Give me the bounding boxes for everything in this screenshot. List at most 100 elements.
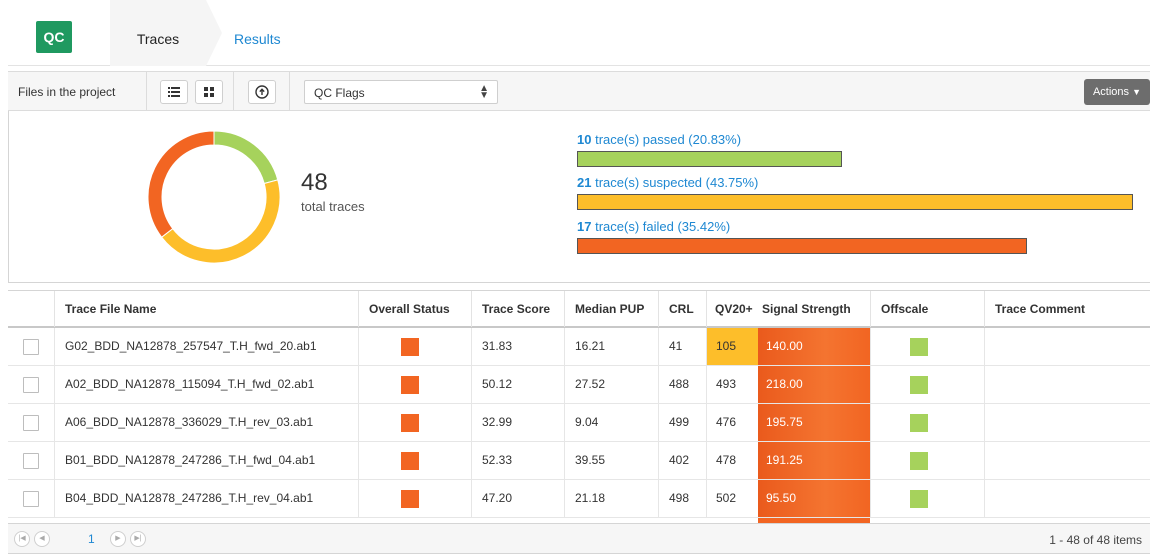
next-page-button[interactable]: ▶: [110, 531, 126, 547]
col-crl[interactable]: CRL: [658, 291, 706, 327]
trace-file-name-cell[interactable]: G02_BDD_NA12878_257547_T.H_fwd_20.ab1: [54, 328, 358, 365]
tab-results[interactable]: Results: [234, 0, 281, 66]
pagination-info: 1 - 48 of 48 items: [1049, 533, 1142, 547]
trace-comment-cell[interactable]: [984, 328, 1150, 365]
failed-text: trace(s) failed (35.42%): [595, 219, 731, 234]
qc-flags-select[interactable]: QC Flags ▲ ▼: [304, 80, 498, 104]
trace-file-name-cell[interactable]: A06_BDD_NA12878_336029_T.H_rev_03.ab1: [54, 404, 358, 441]
trace-score-cell: 50.12: [471, 366, 564, 403]
qc-donut-chart: [147, 130, 281, 264]
upload-icon: [255, 85, 269, 99]
crl-cell: 402: [658, 442, 706, 479]
median-pup-cell: 27.52: [564, 366, 658, 403]
row-checkbox-cell: [8, 442, 54, 479]
median-pup-cell: 9.04: [564, 404, 658, 441]
trace-score-cell: 52.33: [471, 442, 564, 479]
current-page[interactable]: 1: [88, 532, 95, 546]
row-checkbox-cell: [8, 328, 54, 365]
row-checkbox-cell: [8, 404, 54, 441]
signal-strength-cell: 140.00: [758, 328, 870, 365]
select-caret-icon: ▲ ▼: [479, 83, 489, 101]
table-row[interactable]: B01_BDD_NA12878_247286_T.H_fwd_04.ab1 52.…: [8, 442, 1150, 480]
trace-file-name-cell[interactable]: A02_BDD_NA12878_115094_T.H_fwd_02.ab1: [54, 366, 358, 403]
col-trace-score[interactable]: Trace Score: [471, 291, 564, 327]
qv20-cell: 105: [706, 328, 758, 365]
toolbar-divider: [289, 72, 290, 110]
list-view-icon: [168, 87, 180, 97]
offscale-ok-icon: [910, 414, 928, 432]
donut-suspected-segment: [160, 179, 281, 264]
app-header: QC Traces Results: [8, 0, 1150, 66]
trace-comment-cell[interactable]: [984, 442, 1150, 479]
overall-status-cell: [358, 366, 471, 403]
crl-cell: 499: [658, 404, 706, 441]
trace-score-cell: 31.83: [471, 328, 564, 365]
qv20-cell: 493: [706, 366, 758, 403]
crl-cell: 41: [658, 328, 706, 365]
trace-file-name-cell[interactable]: B01_BDD_NA12878_247286_T.H_fwd_04.ab1: [54, 442, 358, 479]
last-page-button[interactable]: ▶|: [130, 531, 146, 547]
failed-stat-link[interactable]: 17 trace(s) failed (35.42%): [577, 219, 730, 234]
median-pup-cell: 39.55: [564, 442, 658, 479]
status-failed-icon: [401, 338, 419, 356]
prev-page-button[interactable]: ◀: [34, 531, 50, 547]
table-row[interactable]: G02_BDD_NA12878_257547_T.H_fwd_20.ab1 31.…: [8, 328, 1150, 366]
col-trace-comment[interactable]: Trace Comment: [984, 291, 1150, 327]
actions-button[interactable]: Actions ▼: [1084, 79, 1150, 105]
row-checkbox[interactable]: [23, 339, 39, 355]
qv20-cell: 502: [706, 480, 758, 517]
status-failed-icon: [401, 490, 419, 508]
passed-bar: [577, 151, 842, 167]
status-failed-icon: [401, 452, 419, 470]
toolbar: Files in the project QC Flags ▲ ▼ Action…: [8, 71, 1150, 111]
col-median-pup[interactable]: Median PUP: [564, 291, 658, 327]
upload-button[interactable]: [248, 80, 276, 104]
row-checkbox[interactable]: [23, 415, 39, 431]
col-qv20[interactable]: QV20+: [706, 291, 758, 327]
offscale-cell: [870, 442, 984, 479]
col-offscale[interactable]: Offscale: [870, 291, 984, 327]
files-in-project-label: Files in the project: [18, 85, 116, 99]
row-checkbox-cell: [8, 480, 54, 517]
pagination-bar: |◀ ◀ 1 ▶ ▶| 1 - 48 of 48 items: [8, 523, 1150, 554]
first-page-button[interactable]: |◀: [14, 531, 30, 547]
grid-view-icon: [204, 87, 214, 97]
passed-stat-link[interactable]: 10 trace(s) passed (20.83%): [577, 132, 741, 147]
failed-bar: [577, 238, 1027, 254]
qc-logo: QC: [36, 21, 72, 53]
trace-score-cell: 32.99: [471, 404, 564, 441]
signal-strength-cell: 95.50: [758, 480, 870, 517]
grid-view-button[interactable]: [195, 80, 223, 104]
total-traces-count: 48: [301, 169, 328, 196]
tab-active-arrow: [206, 0, 222, 66]
qv20-cell: 476: [706, 404, 758, 441]
overall-status-cell: [358, 480, 471, 517]
row-checkbox-cell: [8, 366, 54, 403]
tab-traces[interactable]: Traces: [110, 0, 206, 66]
col-overall-status[interactable]: Overall Status: [358, 291, 471, 327]
actions-button-label: Actions: [1092, 86, 1130, 98]
row-checkbox[interactable]: [23, 377, 39, 393]
qc-summary-panel: 48 total traces 10 trace(s) passed (20.8…: [8, 111, 1150, 283]
suspected-stat-link[interactable]: 21 trace(s) suspected (43.75%): [577, 175, 758, 190]
row-checkbox[interactable]: [23, 491, 39, 507]
trace-comment-cell[interactable]: [984, 404, 1150, 441]
offscale-cell: [870, 366, 984, 403]
trace-comment-cell[interactable]: [984, 366, 1150, 403]
table-row[interactable]: A06_BDD_NA12878_336029_T.H_rev_03.ab1 32.…: [8, 404, 1150, 442]
suspected-count: 21: [577, 175, 592, 190]
suspected-bar: [577, 194, 1133, 210]
offscale-ok-icon: [910, 338, 928, 356]
qc-app: QC Traces Results Files in the project Q…: [0, 0, 1150, 557]
list-view-button[interactable]: [160, 80, 188, 104]
col-trace-file-name[interactable]: Trace File Name: [54, 291, 358, 327]
offscale-ok-icon: [910, 452, 928, 470]
col-signal-strength[interactable]: Signal Strength: [758, 291, 870, 327]
row-checkbox[interactable]: [23, 453, 39, 469]
signal-strength-cell: 218.00: [758, 366, 870, 403]
offscale-ok-icon: [910, 376, 928, 394]
table-row[interactable]: B04_BDD_NA12878_247286_T.H_rev_04.ab1 47.…: [8, 480, 1150, 518]
trace-comment-cell[interactable]: [984, 480, 1150, 517]
table-row[interactable]: A02_BDD_NA12878_115094_T.H_fwd_02.ab1 50.…: [8, 366, 1150, 404]
trace-file-name-cell[interactable]: B04_BDD_NA12878_247286_T.H_rev_04.ab1: [54, 480, 358, 517]
